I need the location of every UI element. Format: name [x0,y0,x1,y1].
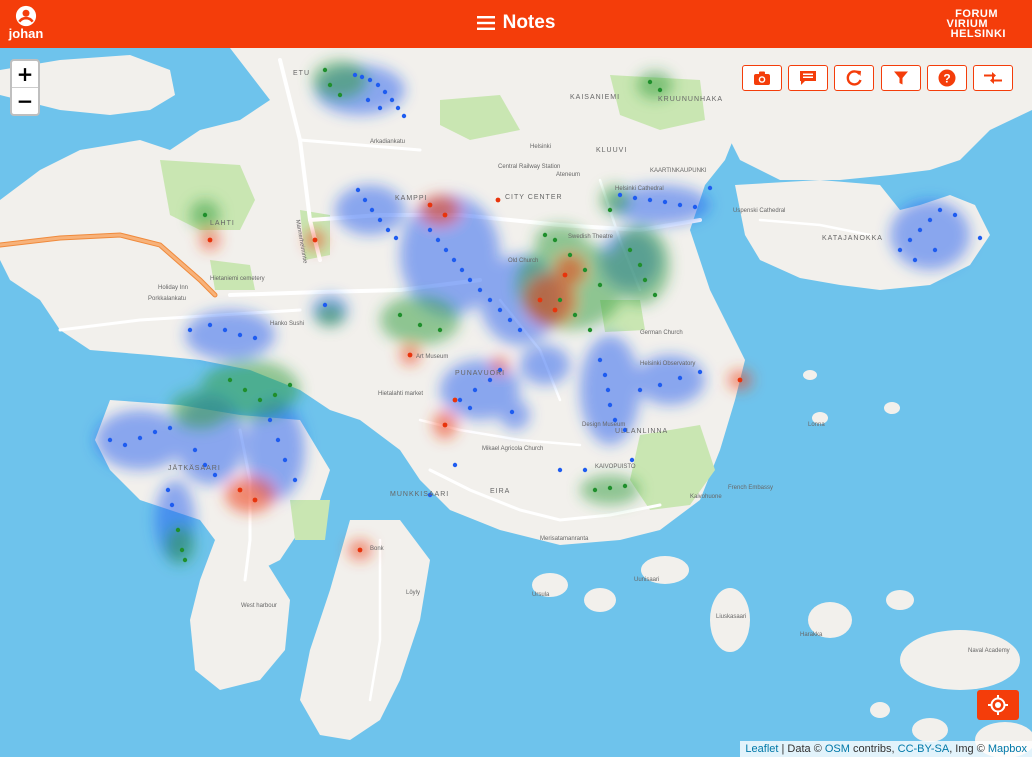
svg-text:Central Railway Station: Central Railway Station [498,164,560,170]
forum-virium-logo[interactable]: FORUM VIRIUM HELSINKI [947,9,1007,40]
svg-text:KLUUVI: KLUUVI [596,147,627,154]
map-canvas[interactable]: KAMPPI KATAJANOKKA KLUUVI KRUUNUNHAKA KA… [0,48,1032,757]
svg-text:Bonk: Bonk [370,546,385,552]
svg-text:CITY CENTER: CITY CENTER [505,194,563,201]
svg-text:Hietaniemi cemetery: Hietaniemi cemetery [210,276,265,282]
svg-text:KAIVOPUISTO: KAIVOPUISTO [595,464,636,470]
license-link[interactable]: CC-BY-SA [898,743,950,755]
svg-text:Kaivohuone: Kaivohuone [690,494,722,500]
filter-button[interactable] [881,65,921,91]
refresh-icon [846,70,862,86]
svg-text:Hanko Sushi: Hanko Sushi [270,321,304,327]
svg-text:Mikael Agricola Church: Mikael Agricola Church [482,446,543,452]
svg-text:West harbour: West harbour [241,603,277,609]
svg-text:Merisatamanranta: Merisatamanranta [540,536,589,542]
svg-text:Swedish Theatre: Swedish Theatre [568,234,614,240]
svg-text:Liuskasaari: Liuskasaari [716,614,746,620]
svg-text:Ursula: Ursula [532,592,550,598]
camera-icon [754,71,770,85]
svg-text:Arkadiankatu: Arkadiankatu [370,139,405,145]
camera-button[interactable] [742,65,782,91]
svg-text:KAMPPI: KAMPPI [395,195,427,202]
svg-text:Lonna: Lonna [808,422,825,428]
svg-text:Helsinki Observatory: Helsinki Observatory [640,361,695,367]
svg-text:KAARTINKAUPUNKI: KAARTINKAUPUNKI [650,168,707,174]
filter-icon [894,71,908,85]
hamburger-menu-icon[interactable] [476,15,495,31]
osm-link[interactable]: OSM [825,743,850,755]
leaflet-link[interactable]: Leaflet [745,743,778,755]
map-attribution: Leaflet | Data © OSM contribs, CC-BY-SA,… [740,741,1032,757]
zoom-in-button[interactable]: + [12,61,38,88]
svg-text:KAISANIEMI: KAISANIEMI [570,94,620,101]
svg-text:MUNKKISAARI: MUNKKISAARI [390,491,449,498]
svg-text:Hietalahti market: Hietalahti market [378,391,423,397]
svg-text:Porkkalankatu: Porkkalankatu [148,296,186,302]
svg-text:?: ? [943,72,950,86]
arrows-compare-icon [984,72,1002,84]
svg-text:French Embassy: French Embassy [728,485,773,491]
locate-me-button[interactable] [977,690,1019,720]
svg-text:KATAJANOKKA: KATAJANOKKA [822,235,883,242]
svg-text:Naval Academy: Naval Academy [968,648,1010,654]
svg-text:LAHTI: LAHTI [210,220,235,227]
svg-text:German Church: German Church [640,330,683,336]
comment-icon [800,71,816,85]
svg-text:ULLANLINNA: ULLANLINNA [615,428,668,435]
zoom-control: + − [10,59,40,116]
page-title-text: Notes [502,12,556,33]
comment-button[interactable] [788,65,828,91]
svg-text:JÄTKÄSAARI: JÄTKÄSAARI [168,464,221,472]
svg-text:PUNAVUORI: PUNAVUORI [455,370,505,377]
svg-text:Uspenski Cathedral: Uspenski Cathedral [733,208,785,214]
svg-text:Holiday Inn: Holiday Inn [158,285,188,291]
svg-text:Helsinki Cathedral: Helsinki Cathedral [615,186,664,192]
svg-text:Helsinki: Helsinki [530,144,551,150]
refresh-button[interactable] [834,65,874,91]
crosshair-location-icon [988,695,1008,715]
svg-text:Art Museum: Art Museum [416,354,448,360]
svg-text:EIRA: EIRA [490,488,510,495]
svg-text:Löyly: Löyly [406,590,420,596]
svg-text:Design Museum: Design Museum [582,422,625,428]
help-icon: ? [938,69,956,87]
page-title: Notes [0,12,1032,34]
help-button[interactable]: ? [927,65,967,91]
app-header: johan Notes FORUM VIRIUM HELSINKI [0,0,1032,48]
svg-text:Old Church: Old Church [508,258,538,264]
svg-text:Harakka: Harakka [800,632,823,638]
mapbox-link[interactable]: Mapbox [988,743,1027,755]
svg-text:Ateneum: Ateneum [556,172,580,178]
svg-text:Uunisaari: Uunisaari [634,577,659,583]
svg-text:KRUUNUNHAKA: KRUUNUNHAKA [658,96,723,103]
compare-button[interactable] [973,65,1013,91]
svg-text:ETU: ETU [293,70,310,77]
zoom-out-button[interactable]: − [12,88,38,114]
